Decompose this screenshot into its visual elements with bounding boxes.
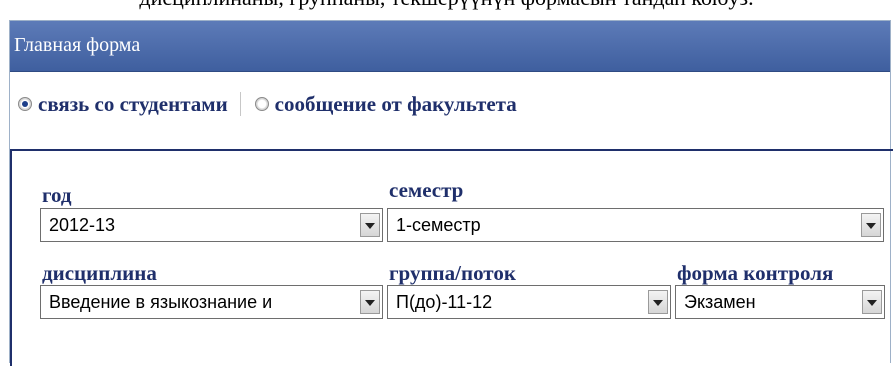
chevron-down-icon[interactable] [360,290,380,314]
control-form-select-value: Экзамен [684,292,756,312]
instruction-caption: дисциплинаны, группаны, текшерүүнүн форм… [0,0,893,11]
window-title: Главная форма [10,21,890,72]
chevron-down-icon[interactable] [360,213,380,237]
radio-students-contact-label[interactable]: связь со студентами [38,92,228,117]
group-select[interactable]: П(до)-11-12 [387,285,671,319]
year-label: год [42,183,72,207]
control-form-label: форма контроля [677,261,834,285]
chevron-down-icon[interactable] [862,290,882,314]
year-select[interactable]: 2012-13 [40,208,383,242]
radio-faculty-message[interactable] [254,97,269,111]
year-select-value: 2012-13 [49,215,116,235]
discipline-label: дисциплина [42,261,157,285]
control-form-select[interactable]: Экзамен [675,285,885,319]
filter-form: год 2012-13 семестр 1-семестр дисциплина… [10,149,893,366]
chevron-down-icon[interactable] [861,213,881,237]
radio-students-contact[interactable] [18,97,32,111]
group-label: группа/поток [389,261,516,285]
main-form-panel: Главная форма связь со студентами сообще… [9,20,893,366]
chevron-down-icon[interactable] [648,290,668,314]
radio-separator [239,92,241,116]
group-select-value: П(до)-11-12 [396,292,493,312]
message-type-radio-group: связь со студентами сообщение от факульт… [10,89,517,119]
semester-select-value: 1-семестр [396,215,481,235]
semester-label: семестр [389,178,464,202]
discipline-select[interactable]: Введение в языкознание и [40,285,383,319]
discipline-select-value: Введение в языкознание и [49,292,273,312]
semester-select[interactable]: 1-семестр [387,208,884,242]
radio-faculty-message-label[interactable]: сообщение от факультета [275,92,517,117]
